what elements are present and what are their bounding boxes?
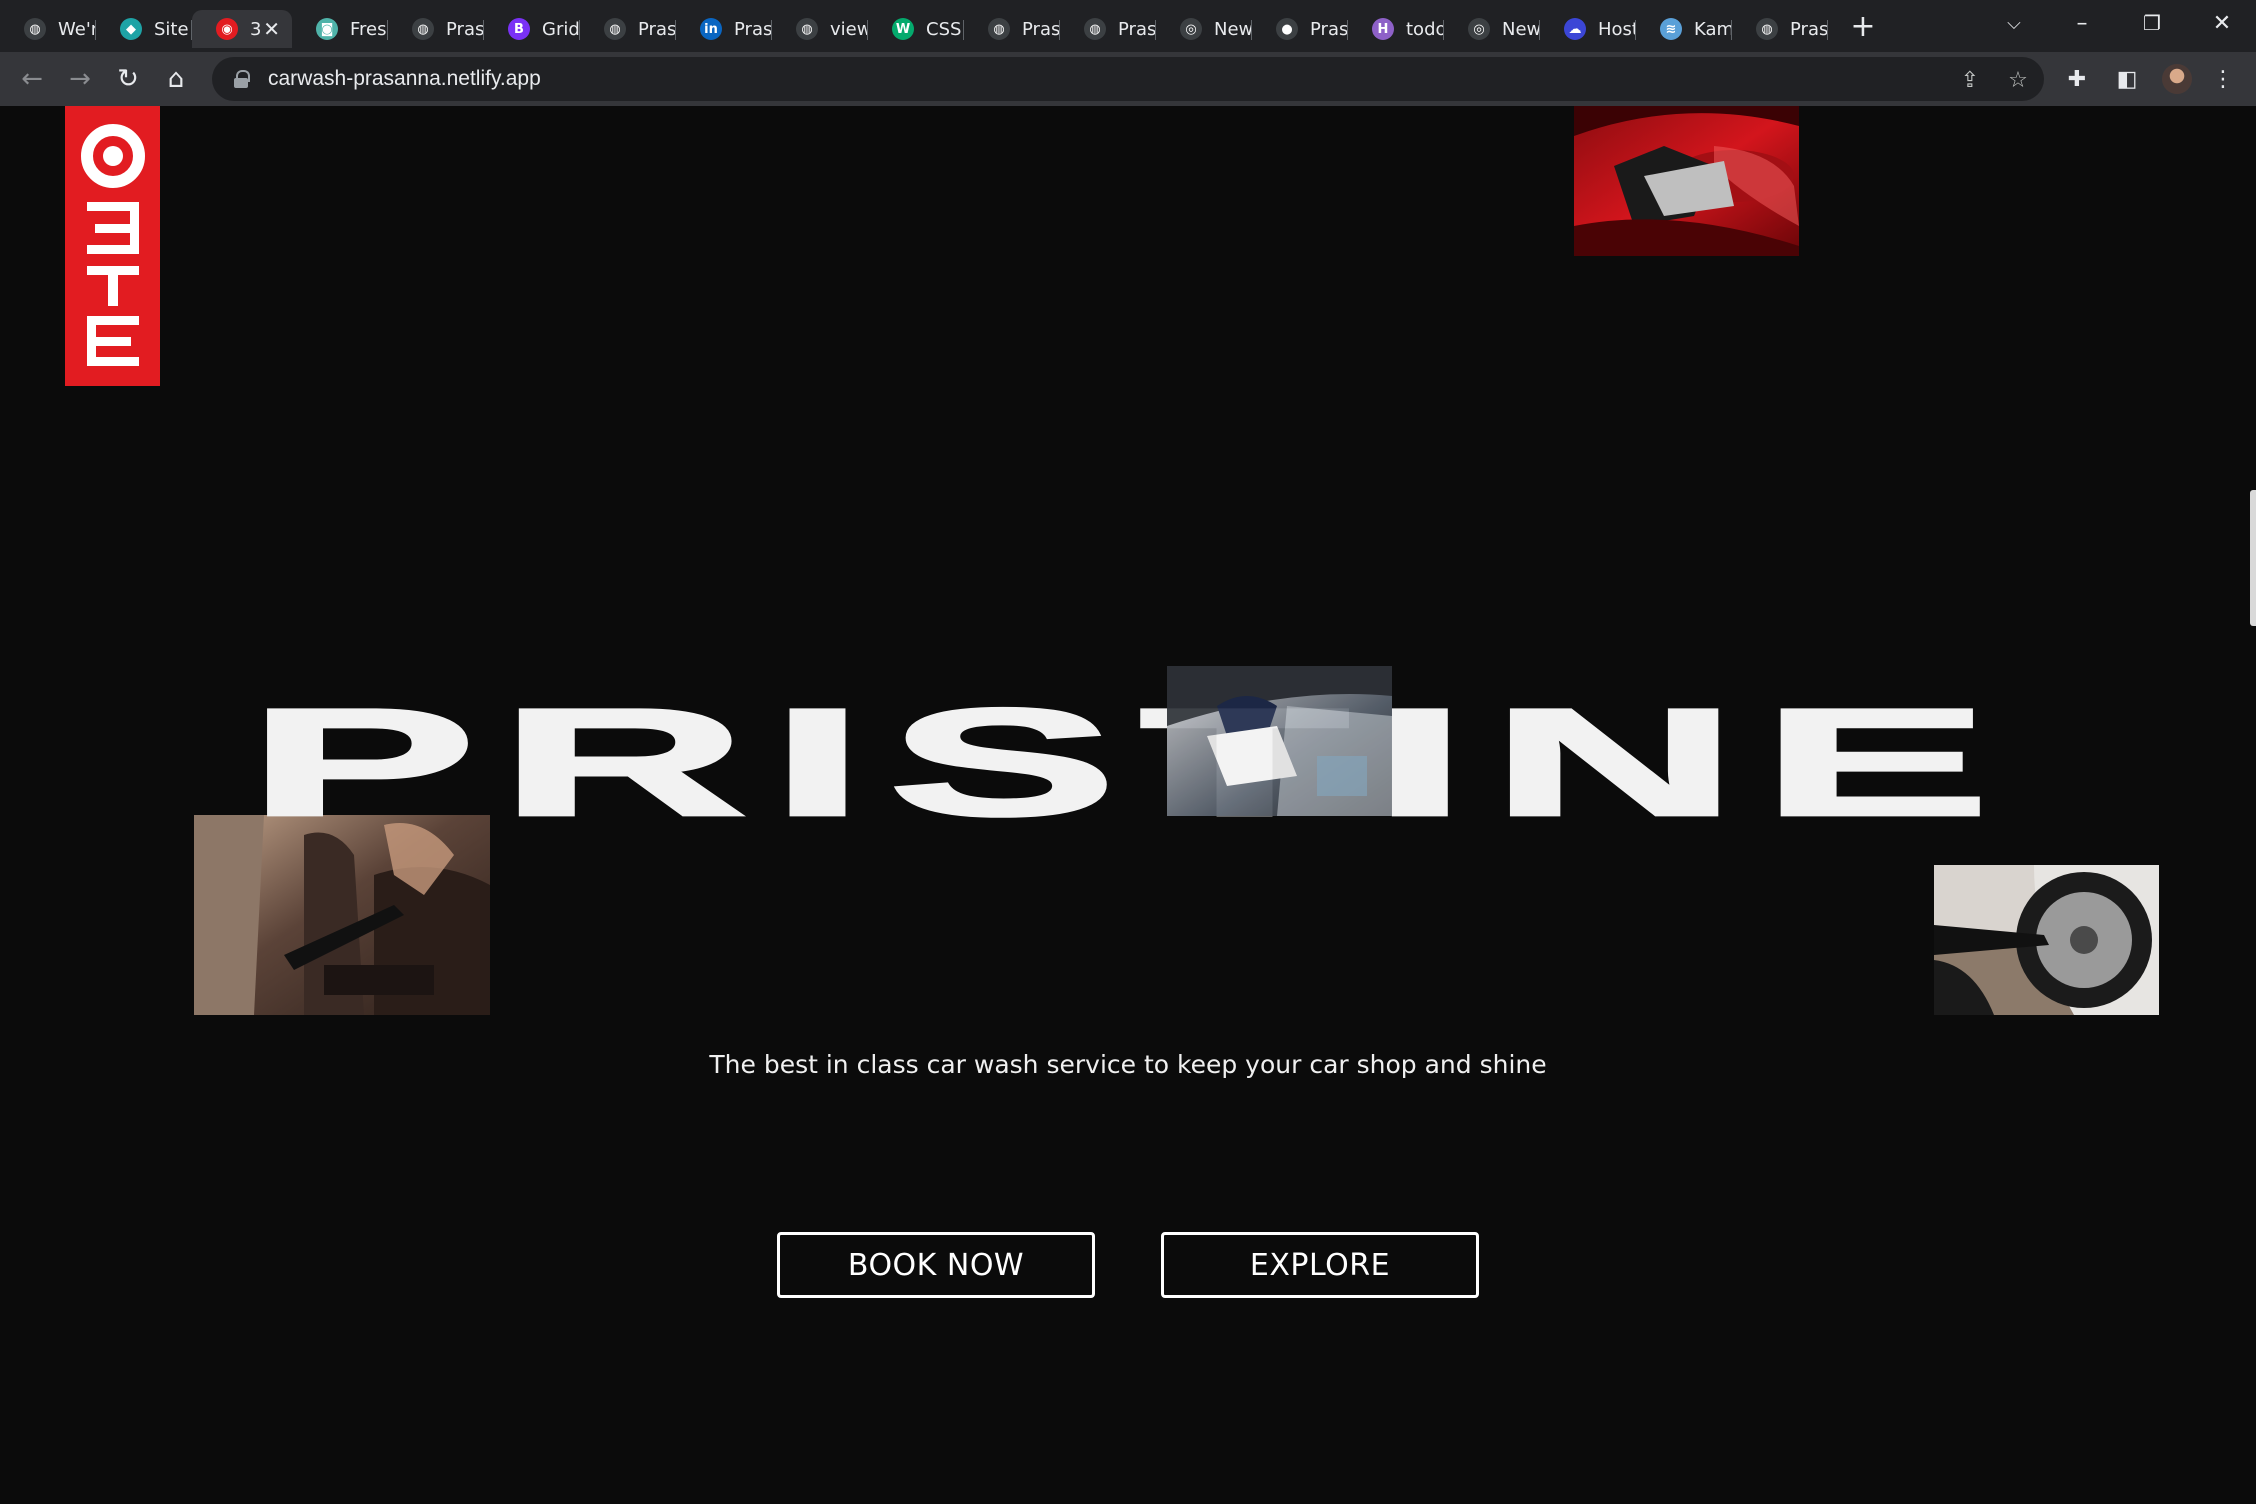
- tab-label: CSS: [926, 18, 962, 40]
- logo-ring-icon: [80, 124, 145, 188]
- globe-icon: ◍: [604, 18, 626, 40]
- cloud-icon: ☁: [1564, 18, 1586, 40]
- tab-label: Site: [154, 18, 189, 40]
- tab-9[interactable]: W CSS: [868, 10, 964, 48]
- share-icon[interactable]: ⇪: [1954, 64, 1986, 96]
- page-scrollbar[interactable]: [2250, 490, 2256, 626]
- interior-detail-photo: [1167, 666, 1392, 816]
- address-bar[interactable]: carwash-prasanna.netlify.app ⇪ ☆: [212, 57, 2044, 101]
- menu-kebab-icon[interactable]: ⋮: [2206, 62, 2240, 96]
- tab-5[interactable]: B Grid: [484, 10, 580, 48]
- extensions-icon[interactable]: ✚: [2060, 62, 2094, 96]
- bookmark-star-icon[interactable]: ☆: [2002, 64, 2034, 96]
- page-viewport: PRISTINE The best in class car wash serv…: [0, 106, 2256, 1504]
- tab-label: New: [1214, 18, 1252, 40]
- new-tab-button[interactable]: +: [1840, 3, 1886, 49]
- tab-0[interactable]: ◍ We'r: [0, 10, 96, 48]
- tab-label: Pras: [1022, 18, 1060, 40]
- chat-icon: ◙: [316, 18, 338, 40]
- hero-title-text: PRISTINE: [244, 676, 2013, 848]
- side-panel-icon[interactable]: ◧: [2110, 62, 2144, 96]
- diamond-icon: ◆: [120, 18, 142, 40]
- red-circle-icon: ◉: [216, 18, 238, 40]
- globe-icon: ◍: [1756, 18, 1778, 40]
- hero-title: PRISTINE: [109, 676, 2150, 848]
- globe-icon: ◍: [24, 18, 46, 40]
- tab-label: Fresl: [350, 18, 388, 40]
- brand-logo[interactable]: [65, 106, 160, 386]
- explore-button[interactable]: EXPLORE: [1161, 1232, 1479, 1298]
- back-button[interactable]: ←: [8, 55, 56, 103]
- home-button[interactable]: ⌂: [152, 55, 200, 103]
- tab-label: Pras: [1310, 18, 1348, 40]
- linkedin-icon: in: [700, 18, 722, 40]
- tab-2[interactable]: ◉ 3 ✕: [192, 10, 292, 48]
- avatar: [2162, 64, 2192, 94]
- close-tab-icon[interactable]: ✕: [263, 17, 280, 41]
- tab-13[interactable]: ● Pras: [1252, 10, 1348, 48]
- stack-icon: ≋: [1660, 18, 1682, 40]
- tab-16[interactable]: ☁ Host: [1540, 10, 1636, 48]
- tab-label: Pras: [1118, 18, 1156, 40]
- tab-11[interactable]: ◍ Pras: [1060, 10, 1156, 48]
- tab-14[interactable]: Htodo: [1348, 10, 1444, 48]
- tab-label: We'r: [58, 18, 96, 40]
- tab-label: todo: [1406, 18, 1444, 40]
- forward-button[interactable]: →: [56, 55, 104, 103]
- tab-15[interactable]: ◎ New: [1444, 10, 1540, 48]
- tab-10[interactable]: ◍ Pras: [964, 10, 1060, 48]
- globe-icon: ◍: [988, 18, 1010, 40]
- browser-toolbar: ← → ↻ ⌂ carwash-prasanna.netlify.app ⇪ ☆…: [0, 52, 2256, 106]
- tab-strip: ◍ We'r ◆ Site ◉ 3 ✕ ◙ Fresl ◍ Pras B Grid ◍ Pras in Pras…: [0, 0, 2256, 52]
- close-window-button[interactable]: ✕: [2188, 0, 2256, 46]
- wheel-cleaning-photo: [1934, 865, 2159, 1015]
- tab-search-icon[interactable]: ⌵: [1980, 0, 2048, 46]
- tab-label: Pras: [734, 18, 772, 40]
- tab-18[interactable]: ◍ Pras: [1732, 10, 1828, 48]
- tab-17[interactable]: ≋ Kam: [1636, 10, 1732, 48]
- tab-8[interactable]: ◍ view: [772, 10, 868, 48]
- w3schools-icon: W: [892, 18, 914, 40]
- tab-4[interactable]: ◍ Pras: [388, 10, 484, 48]
- profile-avatar[interactable]: [2160, 62, 2194, 96]
- tab-label: view: [830, 18, 868, 40]
- car-polish-photo: [1574, 106, 1799, 256]
- restore-button[interactable]: ❐: [2118, 0, 2186, 46]
- tab-label: Pras: [638, 18, 676, 40]
- github-icon: ●: [1276, 18, 1298, 40]
- tab-label: Pras: [446, 18, 484, 40]
- hero-tagline: The best in class car wash service to ke…: [709, 1050, 1547, 1079]
- book-now-button[interactable]: BOOK NOW: [777, 1232, 1095, 1298]
- tab-label: Pras: [1790, 18, 1828, 40]
- chrome-icon: ◎: [1468, 18, 1490, 40]
- globe-icon: ◍: [796, 18, 818, 40]
- reload-button[interactable]: ↻: [104, 55, 152, 103]
- tab-label: Host: [1598, 18, 1636, 40]
- minimize-button[interactable]: –: [2048, 0, 2116, 46]
- tab-label: New: [1502, 18, 1540, 40]
- bootstrap-icon: B: [508, 18, 530, 40]
- tab-label: Grid: [542, 18, 580, 40]
- globe-icon: ◍: [1084, 18, 1106, 40]
- tab-7[interactable]: in Pras: [676, 10, 772, 48]
- tab-label: Kam: [1694, 18, 1732, 40]
- url-text: carwash-prasanna.netlify.app: [268, 67, 541, 90]
- tab-3[interactable]: ◙ Fresl: [292, 10, 388, 48]
- tab-6[interactable]: ◍ Pras: [580, 10, 676, 48]
- globe-icon: ◍: [412, 18, 434, 40]
- hashnode-icon: H: [1372, 18, 1394, 40]
- tab-list: ◍ We'r ◆ Site ◉ 3 ✕ ◙ Fresl ◍ Pras B Grid ◍ Pras in Pras…: [0, 4, 1828, 48]
- chrome-icon: ◎: [1180, 18, 1202, 40]
- tab-12[interactable]: ◎ New: [1156, 10, 1252, 48]
- lock-icon: [234, 70, 250, 88]
- logo-letters-graphic: [86, 202, 139, 366]
- tab-1[interactable]: ◆ Site: [96, 10, 192, 48]
